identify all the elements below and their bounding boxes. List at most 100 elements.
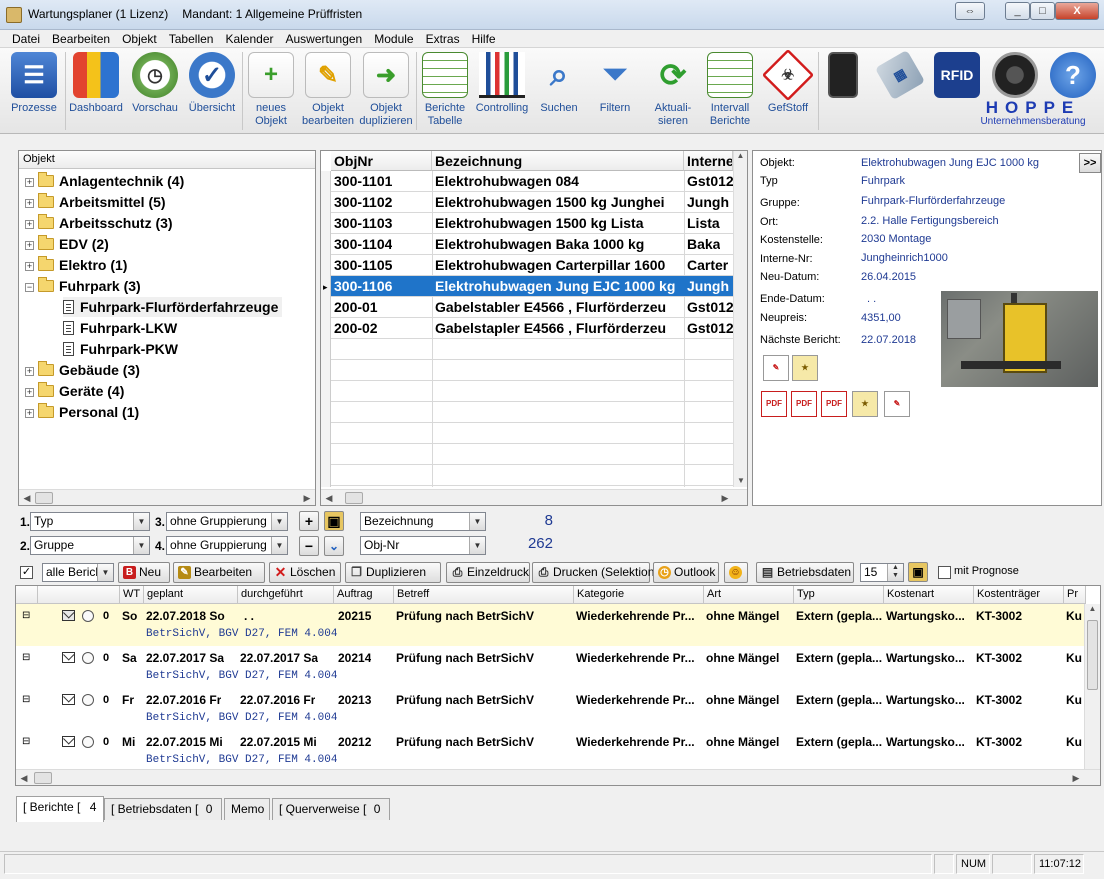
tree-node-edv[interactable]: + EDV (2) <box>25 234 109 254</box>
object-vscrollbar[interactable]: ▲ ▼ <box>733 151 747 487</box>
intervall-berichte-button[interactable]: Intervall Berichte <box>702 50 758 132</box>
col-geplant[interactable]: geplant <box>144 586 238 604</box>
object-row[interactable]: 200-01 Gabelstabler E4566 , Flurförderzeu… <box>331 297 733 318</box>
objekt-bearbeiten-button[interactable]: ✎ Objekt bearbeiten <box>300 50 356 132</box>
reports-vscrollbar[interactable]: ▲ <box>1084 604 1100 770</box>
more-button[interactable]: >> <box>1079 153 1101 173</box>
pdf-icon[interactable]: PDF <box>821 391 847 417</box>
menu-bearbeiten[interactable]: Bearbeiten <box>46 30 116 48</box>
neues-objekt-button[interactable]: + neues Objekt <box>245 50 297 132</box>
bearbeiten-button[interactable]: ✎ Bearbeiten <box>173 562 265 583</box>
object-row[interactable]: 300-1103 Elektrohubwagen 1500 kg Lista Lis… <box>331 213 733 234</box>
pdf-icon[interactable]: PDF <box>791 391 817 417</box>
object-row-selected[interactable]: 300-1106 Elektrohubwagen Jung EJC 1000 kg… <box>331 276 733 297</box>
tree-node-personal[interactable]: + Personal (1) <box>25 402 139 422</box>
vorschau-button[interactable]: ◷ Vorschau <box>128 50 182 132</box>
sort2-select[interactable]: Obj-Nr ▼ <box>360 536 486 555</box>
object-hscrollbar[interactable]: ◀ ▶ <box>321 489 747 505</box>
report-count-spinner[interactable]: 15 ▲ ▼ <box>860 563 904 582</box>
tab-betriebsdaten[interactable]: [ Betriebsdaten [ 0 <box>104 798 222 820</box>
menu-tabellen[interactable]: Tabellen <box>163 30 220 48</box>
prozesse-button[interactable]: ☰ Prozesse <box>6 50 62 132</box>
menu-auswertungen[interactable]: Auswertungen <box>280 30 369 48</box>
prognose-checkbox[interactable] <box>938 566 951 579</box>
suchen-button[interactable]: ⌕ Suchen <box>532 50 586 132</box>
dashboard-button[interactable]: Dashboard <box>68 50 124 132</box>
remove-group-button[interactable]: − <box>299 536 319 556</box>
object-row[interactable]: 300-1102 Elektrohubwagen 1500 kg Junghei J… <box>331 192 733 213</box>
report-row[interactable]: ⊟ 0 So 22.07.2018 So . . 20215 Prüfung n… <box>16 604 1086 646</box>
duplizieren-button[interactable]: ❐ Duplizieren <box>345 562 441 583</box>
report-row[interactable]: ⊟ 0 Sa 22.07.2017 Sa 22.07.2017 Sa 20214… <box>16 646 1086 688</box>
tab-berichte[interactable]: [ Berichte [ 4 <box>16 796 104 822</box>
tree-node-gebaeude[interactable]: + Gebäude (3) <box>25 360 140 380</box>
group3-select[interactable]: ohne Gruppierung ▼ <box>166 512 288 531</box>
group2-select[interactable]: Gruppe ▼ <box>30 536 150 555</box>
mobile-button[interactable] <box>820 50 866 132</box>
menu-module[interactable]: Module <box>368 30 419 48</box>
objekt-duplizieren-button[interactable]: ➜ Objekt duplizieren <box>358 50 414 132</box>
object-photo[interactable] <box>941 291 1098 387</box>
group1-select[interactable]: Typ ▼ <box>30 512 150 531</box>
report-row[interactable]: ⊟ 0 Mi 22.07.2015 Mi 22.07.2015 Mi 20212… <box>16 730 1086 772</box>
menu-datei[interactable]: Datei <box>0 30 46 48</box>
tree-node-fuhrpark-lkw[interactable]: Fuhrpark-LKW <box>63 318 177 338</box>
col-kostenart[interactable]: Kostenart <box>884 586 974 604</box>
pdf-icon[interactable]: PDF <box>761 391 787 417</box>
expand-down-button[interactable]: ⌄ <box>324 536 344 556</box>
tab-querverweise[interactable]: [ Querverweise [ 0 <box>272 798 390 820</box>
window-extra-button[interactable]: ⇔ <box>955 2 985 20</box>
gefstoff-button[interactable]: ☣ GefStoff <box>760 48 816 132</box>
neu-button[interactable]: B Neu <box>118 562 170 583</box>
col-kostentraeger[interactable]: Kostenträger <box>974 586 1064 604</box>
col-wt[interactable]: WT <box>120 586 144 604</box>
edit-report-icon[interactable]: ✎ <box>763 355 789 381</box>
controlling-button[interactable]: Controlling <box>474 50 530 132</box>
col-bezeichnung[interactable]: Bezeichnung <box>432 151 684 171</box>
col-kategorie[interactable]: Kategorie <box>574 586 704 604</box>
col-durchgefuehrt[interactable]: durchgeführt <box>238 586 334 604</box>
menu-objekt[interactable]: Objekt <box>116 30 163 48</box>
group4-select[interactable]: ohne Gruppierung ▼ <box>166 536 288 555</box>
close-button[interactable]: X <box>1055 2 1099 20</box>
filtern-button[interactable]: ⏷ Filtern <box>588 50 642 132</box>
menu-extras[interactable]: Extras <box>420 30 466 48</box>
tree-node-fuhrpark-flurfoerderfahrzeuge[interactable]: Fuhrpark-Flurförderfahrzeuge <box>63 297 283 317</box>
calculator-icon[interactable]: ▣ <box>908 562 928 582</box>
smiley-button[interactable]: ☺ <box>724 562 748 583</box>
add-group-button[interactable]: + <box>299 511 319 531</box>
einzeldruck-button[interactable]: ⎙ Einzeldruck <box>446 562 530 583</box>
tree-hscrollbar[interactable]: ◀ ▶ <box>19 489 315 505</box>
col-interne[interactable]: Interne <box>684 151 733 171</box>
aktualisieren-button[interactable]: ⟳ Aktuali- sieren <box>646 50 700 132</box>
tree-node-arbeitsmittel[interactable]: + Arbeitsmittel (5) <box>25 192 166 212</box>
report-row[interactable]: ⊟ 0 Fr 22.07.2016 Fr 22.07.2016 Fr 20213… <box>16 688 1086 730</box>
object-row[interactable]: 300-1101 Elektrohubwagen 084 Gst012 <box>331 171 733 192</box>
maximize-button[interactable]: □ <box>1030 2 1055 20</box>
menu-kalender[interactable]: Kalender <box>219 30 279 48</box>
report-filter-select[interactable]: alle Berich ▼ <box>42 563 114 582</box>
tree-node-elektro[interactable]: + Elektro (1) <box>25 255 127 275</box>
object-row[interactable]: 300-1104 Elektrohubwagen Baka 1000 kg Baka <box>331 234 733 255</box>
col-art[interactable]: Art <box>704 586 794 604</box>
tree-node-arbeitsschutz[interactable]: + Arbeitsschutz (3) <box>25 213 173 233</box>
tab-memo[interactable]: Memo <box>224 798 270 820</box>
betriebsdaten-button[interactable]: ▤ Betriebsdaten <box>756 562 854 583</box>
berichte-tabelle-button[interactable]: Berichte Tabelle <box>418 50 472 132</box>
drucken-selektion-button[interactable]: ⎙ Drucken (Selektion) <box>532 562 658 583</box>
tree-node-geraete[interactable]: + Geräte (4) <box>25 381 124 401</box>
edit-report-icon[interactable]: ✎ <box>884 391 910 417</box>
uebersicht-button[interactable]: ✓ Übersicht <box>184 50 240 132</box>
loeschen-button[interactable]: ✕ Löschen <box>269 562 341 583</box>
select-all-checkbox[interactable]: ✓ <box>20 566 33 579</box>
tree-node-anlagentechnik[interactable]: + Anlagentechnik (4) <box>25 171 184 191</box>
minimize-button[interactable]: _ <box>1005 2 1030 20</box>
tree-node-fuhrpark-pkw[interactable]: Fuhrpark-PKW <box>63 339 178 359</box>
col-pr[interactable]: Pr <box>1064 586 1086 604</box>
object-row[interactable]: 300-1105 Elektrohubwagen Carterpillar 160… <box>331 255 733 276</box>
certificate-icon[interactable]: ★ <box>852 391 878 417</box>
scanner-button[interactable]: ▦ <box>872 49 928 132</box>
sort1-select[interactable]: Bezeichnung ▼ <box>360 512 486 531</box>
col-betreff[interactable]: Betreff <box>394 586 574 604</box>
outlook-button[interactable]: ◷ Outlook <box>653 562 719 583</box>
